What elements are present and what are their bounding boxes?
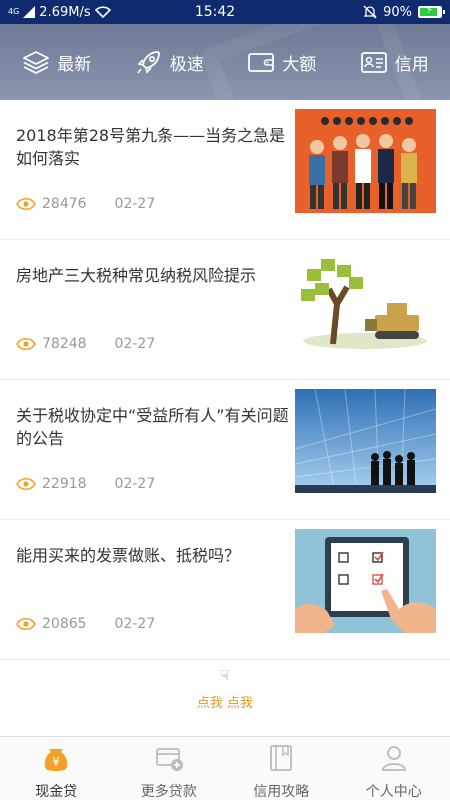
article-date: 02-27 bbox=[114, 476, 156, 492]
person-icon bbox=[379, 743, 409, 773]
article-item[interactable]: 房地产三大税种常见纳税风险提示 78248 02-27 bbox=[0, 240, 450, 380]
rocket-icon bbox=[137, 51, 160, 74]
battery-percent: 90% bbox=[383, 4, 412, 20]
article-item[interactable]: 关于税收协定中“受益所有人”有关问题的公告 22918 02-27 bbox=[0, 380, 450, 520]
category-large[interactable]: 大额 bbox=[246, 47, 316, 77]
article-title: 2018年第28号第九条——当务之急是如何落实 bbox=[16, 126, 286, 168]
network-speed: 2.69M/s bbox=[39, 4, 91, 20]
view-count: 20865 bbox=[42, 616, 87, 632]
wallet-icon bbox=[248, 53, 275, 72]
category-latest[interactable]: 最新 bbox=[21, 47, 91, 77]
category-credit[interactable]: 信用 bbox=[359, 47, 429, 77]
article-item[interactable]: 能用买来的发票做账、抵税吗？ 20865 02-27 bbox=[0, 520, 450, 660]
article-thumbnail bbox=[295, 109, 436, 213]
clock: 15:42 bbox=[194, 4, 236, 20]
card-plus-icon bbox=[154, 743, 184, 773]
tab-credit-guide[interactable]: 信用攻略 bbox=[225, 737, 338, 800]
eye-icon bbox=[16, 477, 36, 491]
category-label: 极速 bbox=[169, 54, 204, 75]
eye-icon bbox=[16, 337, 36, 351]
pointing-hand-icon: ☟ bbox=[220, 668, 230, 684]
view-count: 28476 bbox=[42, 196, 87, 212]
status-bar: 4G 2.69M/s 15:42 90% ⚡ bbox=[0, 0, 450, 24]
battery-icon: ⚡ bbox=[418, 5, 445, 18]
article-date: 02-27 bbox=[114, 616, 156, 632]
category-label: 大额 bbox=[282, 54, 317, 75]
tab-profile[interactable]: 个人中心 bbox=[338, 737, 450, 800]
load-more-label: 点我 点我 bbox=[196, 696, 254, 711]
article-meta: 20865 02-27 bbox=[16, 616, 155, 632]
article-date: 02-27 bbox=[114, 196, 156, 212]
tab-label: 个人中心 bbox=[365, 784, 422, 800]
tab-more-loans[interactable]: 更多贷款 bbox=[113, 737, 226, 800]
bottom-tab-bar: ¥ 现金贷 更多贷款 信用攻略 个人中心 bbox=[0, 736, 450, 800]
article-list: 2018年第28号第九条——当务之急是如何落实 28476 02-27 房地产三… bbox=[0, 100, 450, 660]
svg-text:¥: ¥ bbox=[52, 755, 60, 769]
category-label: 信用 bbox=[394, 54, 429, 75]
article-title: 关于税收协定中“受益所有人”有关问题的公告 bbox=[16, 406, 289, 448]
tab-cash-loan[interactable]: ¥ 现金贷 bbox=[0, 737, 113, 800]
load-more[interactable]: ☟ 点我 点我 bbox=[0, 668, 450, 711]
eye-icon bbox=[16, 197, 36, 211]
eye-icon bbox=[16, 617, 36, 631]
signal-icon bbox=[23, 6, 36, 18]
wifi-icon bbox=[94, 6, 111, 18]
tab-label: 现金贷 bbox=[35, 784, 78, 800]
article-title: 房地产三大税种常见纳税风险提示 bbox=[16, 266, 257, 285]
tab-label: 信用攻略 bbox=[253, 784, 310, 800]
tab-label: 更多贷款 bbox=[140, 784, 197, 800]
book-icon bbox=[266, 743, 296, 773]
article-item[interactable]: 2018年第28号第九条——当务之急是如何落实 28476 02-27 bbox=[0, 100, 450, 240]
view-count: 78248 bbox=[42, 336, 87, 352]
article-meta: 22918 02-27 bbox=[16, 476, 155, 492]
article-title: 能用买来的发票做账、抵税吗？ bbox=[16, 546, 241, 565]
article-meta: 78248 02-27 bbox=[16, 336, 155, 352]
category-bar: 最新 极速 大额 信用 bbox=[0, 24, 450, 100]
article-thumbnail bbox=[295, 529, 436, 633]
view-count: 22918 bbox=[42, 476, 87, 492]
yen-bag-icon: ¥ bbox=[41, 743, 71, 773]
article-thumbnail bbox=[295, 249, 436, 353]
network-signal: 4G bbox=[8, 7, 20, 16]
layers-icon bbox=[23, 51, 50, 74]
id-card-icon bbox=[360, 52, 387, 73]
article-thumbnail bbox=[295, 389, 436, 493]
category-fast[interactable]: 极速 bbox=[134, 47, 204, 77]
category-label: 最新 bbox=[57, 54, 92, 75]
article-date: 02-27 bbox=[114, 336, 156, 352]
article-meta: 28476 02-27 bbox=[16, 196, 155, 212]
mute-bell-icon bbox=[363, 5, 377, 19]
